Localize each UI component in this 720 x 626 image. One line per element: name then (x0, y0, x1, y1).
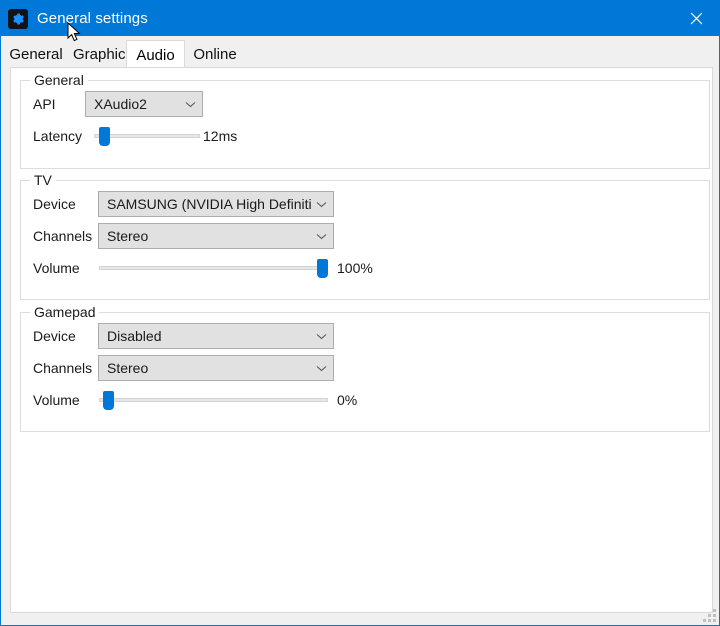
tv-channels-combobox-value: Stereo (107, 228, 149, 244)
gamepad-channels-combobox[interactable]: Stereo (98, 355, 334, 381)
api-combobox[interactable]: XAudio2 (85, 91, 203, 117)
general-settings-window: General settings General Graphics Audio … (0, 0, 720, 626)
tab-online[interactable]: Online (185, 40, 245, 68)
chevron-down-icon (316, 365, 327, 372)
resize-grip[interactable] (703, 609, 716, 622)
api-label: API (33, 96, 56, 112)
tab-general[interactable]: General (4, 40, 68, 68)
tv-volume-slider-thumb[interactable] (317, 259, 328, 278)
gamepad-device-label: Device (33, 328, 76, 344)
title-bar[interactable]: General settings (1, 1, 719, 36)
tab-general-label: General (9, 45, 63, 63)
audio-tab-page: General API XAudio2 Latency 12ms TV Devi… (10, 67, 713, 613)
gamepad-volume-value: 0% (337, 392, 358, 408)
gamepad-device-combobox[interactable]: Disabled (98, 323, 334, 349)
gamepad-channels-combobox-value: Stereo (107, 360, 149, 376)
api-combobox-value: XAudio2 (94, 96, 147, 112)
tab-strip: General Graphics Audio Online (2, 40, 718, 69)
tv-volume-label: Volume (33, 260, 80, 276)
group-gamepad-label: Gamepad (30, 304, 100, 320)
gear-icon (8, 8, 28, 29)
tab-audio-label: Audio (136, 46, 175, 64)
chevron-down-icon (316, 233, 327, 240)
tab-audio[interactable]: Audio (126, 40, 185, 69)
tv-volume-value: 100% (337, 260, 373, 276)
group-tv-label: TV (30, 172, 56, 188)
close-icon[interactable] (673, 1, 719, 36)
gamepad-volume-slider[interactable] (99, 388, 328, 412)
gamepad-volume-slider-thumb[interactable] (103, 391, 114, 410)
chevron-down-icon (185, 101, 196, 108)
gamepad-channels-label: Channels (33, 360, 93, 376)
group-general-label: General (30, 72, 88, 88)
chevron-down-icon (316, 201, 327, 208)
group-tv: TV Device SAMSUNG (NVIDIA High Definitic… (20, 172, 710, 300)
window-title: General settings (37, 10, 148, 27)
group-gamepad: Gamepad Device Disabled Channels Stereo … (20, 304, 710, 432)
tab-graphics-label: Graphics (72, 45, 134, 63)
tv-device-combobox-value: SAMSUNG (NVIDIA High Definitic (107, 196, 312, 212)
tv-volume-slider-track (99, 266, 328, 270)
tab-online-label: Online (193, 45, 237, 63)
tv-volume-slider[interactable] (99, 256, 328, 280)
gamepad-volume-label: Volume (33, 392, 80, 408)
latency-label: Latency (33, 128, 83, 144)
tv-channels-label: Channels (33, 228, 93, 244)
gamepad-volume-slider-track (99, 398, 328, 402)
latency-slider[interactable] (94, 124, 200, 148)
tv-device-combobox[interactable]: SAMSUNG (NVIDIA High Definitic (98, 191, 334, 217)
tv-device-label: Device (33, 196, 76, 212)
latency-slider-thumb[interactable] (99, 127, 110, 146)
group-general: General API XAudio2 Latency 12ms (20, 72, 710, 169)
latency-value: 12ms (203, 128, 238, 144)
tv-channels-combobox[interactable]: Stereo (98, 223, 334, 249)
gamepad-device-combobox-value: Disabled (107, 328, 162, 344)
chevron-down-icon (316, 333, 327, 340)
